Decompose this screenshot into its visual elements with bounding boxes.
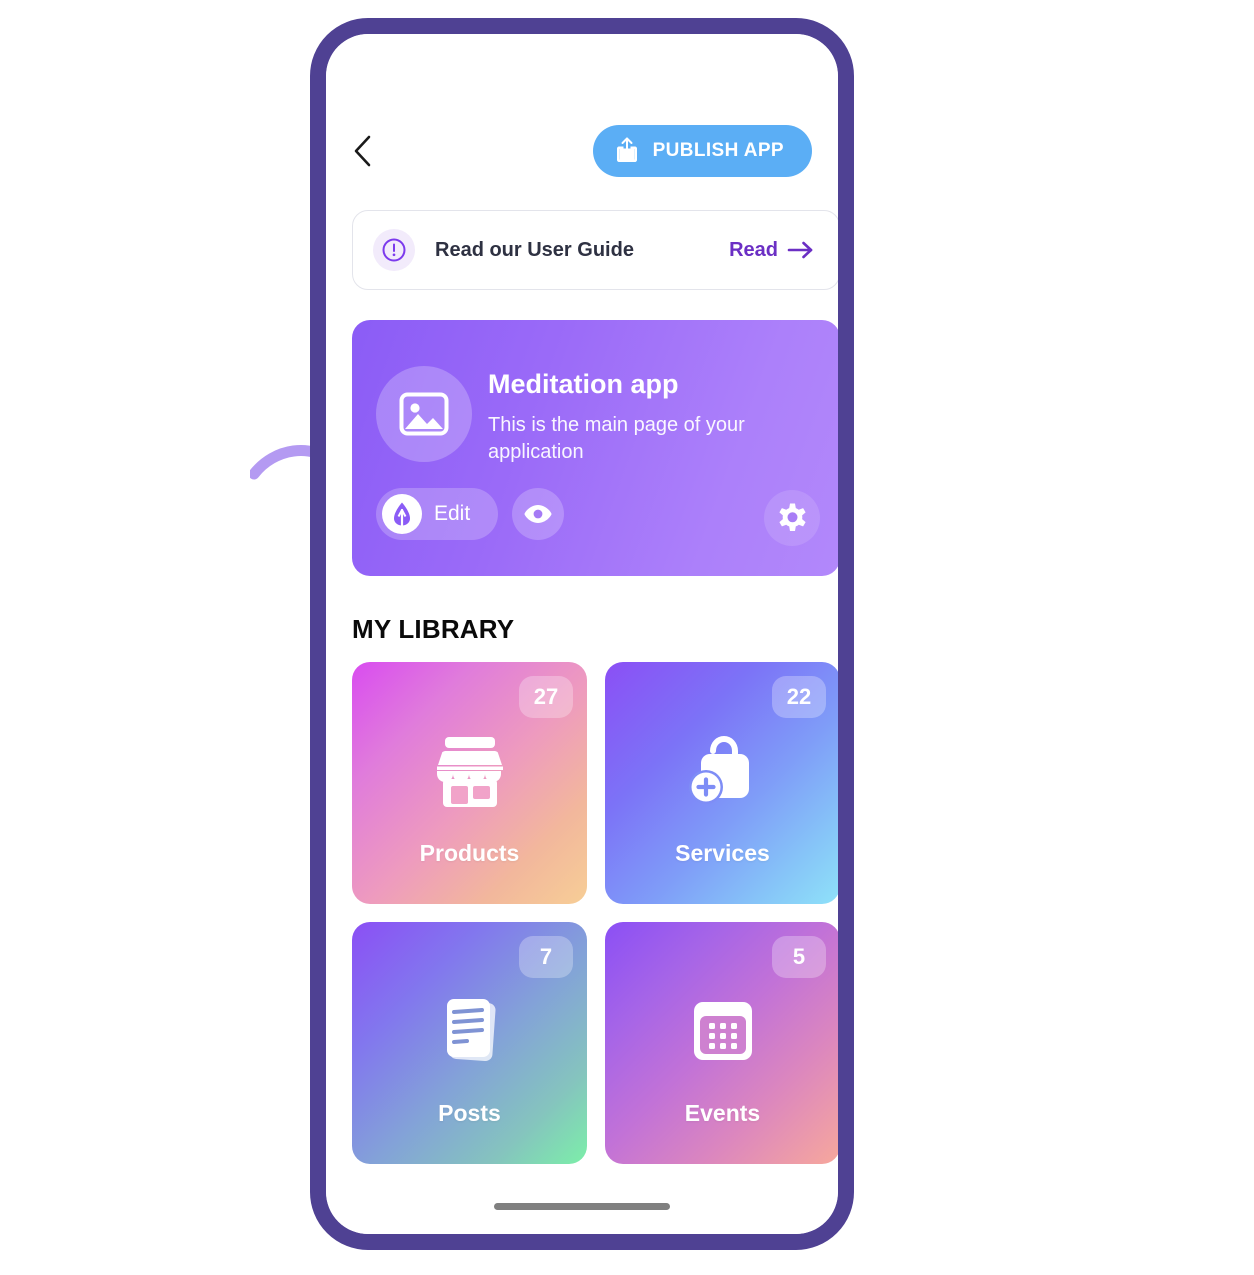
products-label: Products (419, 839, 520, 866)
read-guide-link[interactable]: Read (729, 239, 815, 262)
posts-label: Posts (438, 1099, 501, 1126)
main-page-card[interactable]: Meditation app This is the main page of … (352, 320, 838, 576)
events-label: Events (684, 1099, 761, 1126)
home-indicator[interactable] (494, 1203, 670, 1210)
phone-frame: PUBLISH APP Read our User Guide Read Med… (310, 18, 854, 1250)
pen-nib-icon (382, 494, 422, 534)
library-card-services[interactable]: 22 Services (605, 662, 838, 904)
read-label: Read (729, 238, 778, 261)
edit-button[interactable]: Edit (376, 488, 498, 540)
upload-share-icon (616, 137, 637, 162)
library-card-products[interactable]: 27 Products (352, 662, 587, 904)
app-thumbnail (376, 366, 472, 462)
edit-label: Edit (434, 502, 471, 525)
user-guide-title: Read our User Guide (435, 238, 634, 261)
image-placeholder-icon (399, 392, 449, 436)
app-subtitle: This is the main page of your applicatio… (488, 414, 745, 463)
products-count-badge: 27 (519, 676, 573, 718)
phone-screen: PUBLISH APP Read our User Guide Read Med… (326, 34, 838, 1234)
calendar-icon (677, 976, 769, 1086)
shopping-bag-plus-icon (677, 716, 769, 826)
storefront-icon (424, 716, 516, 826)
services-count-badge: 22 (772, 676, 826, 718)
chevron-left-icon (354, 135, 371, 167)
services-label: Services (675, 839, 770, 866)
screenshot-canvas: PUBLISH APP Read our User Guide Read Med… (0, 0, 1254, 1275)
library-heading: MY LIBRARY (352, 614, 515, 644)
user-guide-banner[interactable]: Read our User Guide Read (352, 210, 838, 290)
alert-circle-icon (373, 229, 415, 271)
arrow-right-icon (787, 241, 813, 259)
documents-icon (424, 976, 516, 1086)
app-title: Meditation app (488, 369, 679, 399)
app-info: Meditation app This is the main page of … (488, 368, 808, 465)
preview-button[interactable] (512, 488, 564, 540)
back-button[interactable] (340, 129, 384, 173)
app-header: PUBLISH APP (326, 112, 838, 190)
library-grid: 27 Products 22 Services 7 Posts 5 Events (352, 662, 838, 1164)
events-count-badge: 5 (772, 936, 826, 978)
publish-app-label: PUBLISH APP (652, 140, 784, 161)
publish-app-button[interactable]: PUBLISH APP (592, 125, 812, 177)
library-card-events[interactable]: 5 Events (605, 922, 838, 1164)
eye-icon (524, 505, 552, 523)
settings-button[interactable] (764, 490, 820, 546)
library-card-posts[interactable]: 7 Posts (352, 922, 587, 1164)
gear-icon (779, 503, 806, 531)
posts-count-badge: 7 (519, 936, 573, 978)
